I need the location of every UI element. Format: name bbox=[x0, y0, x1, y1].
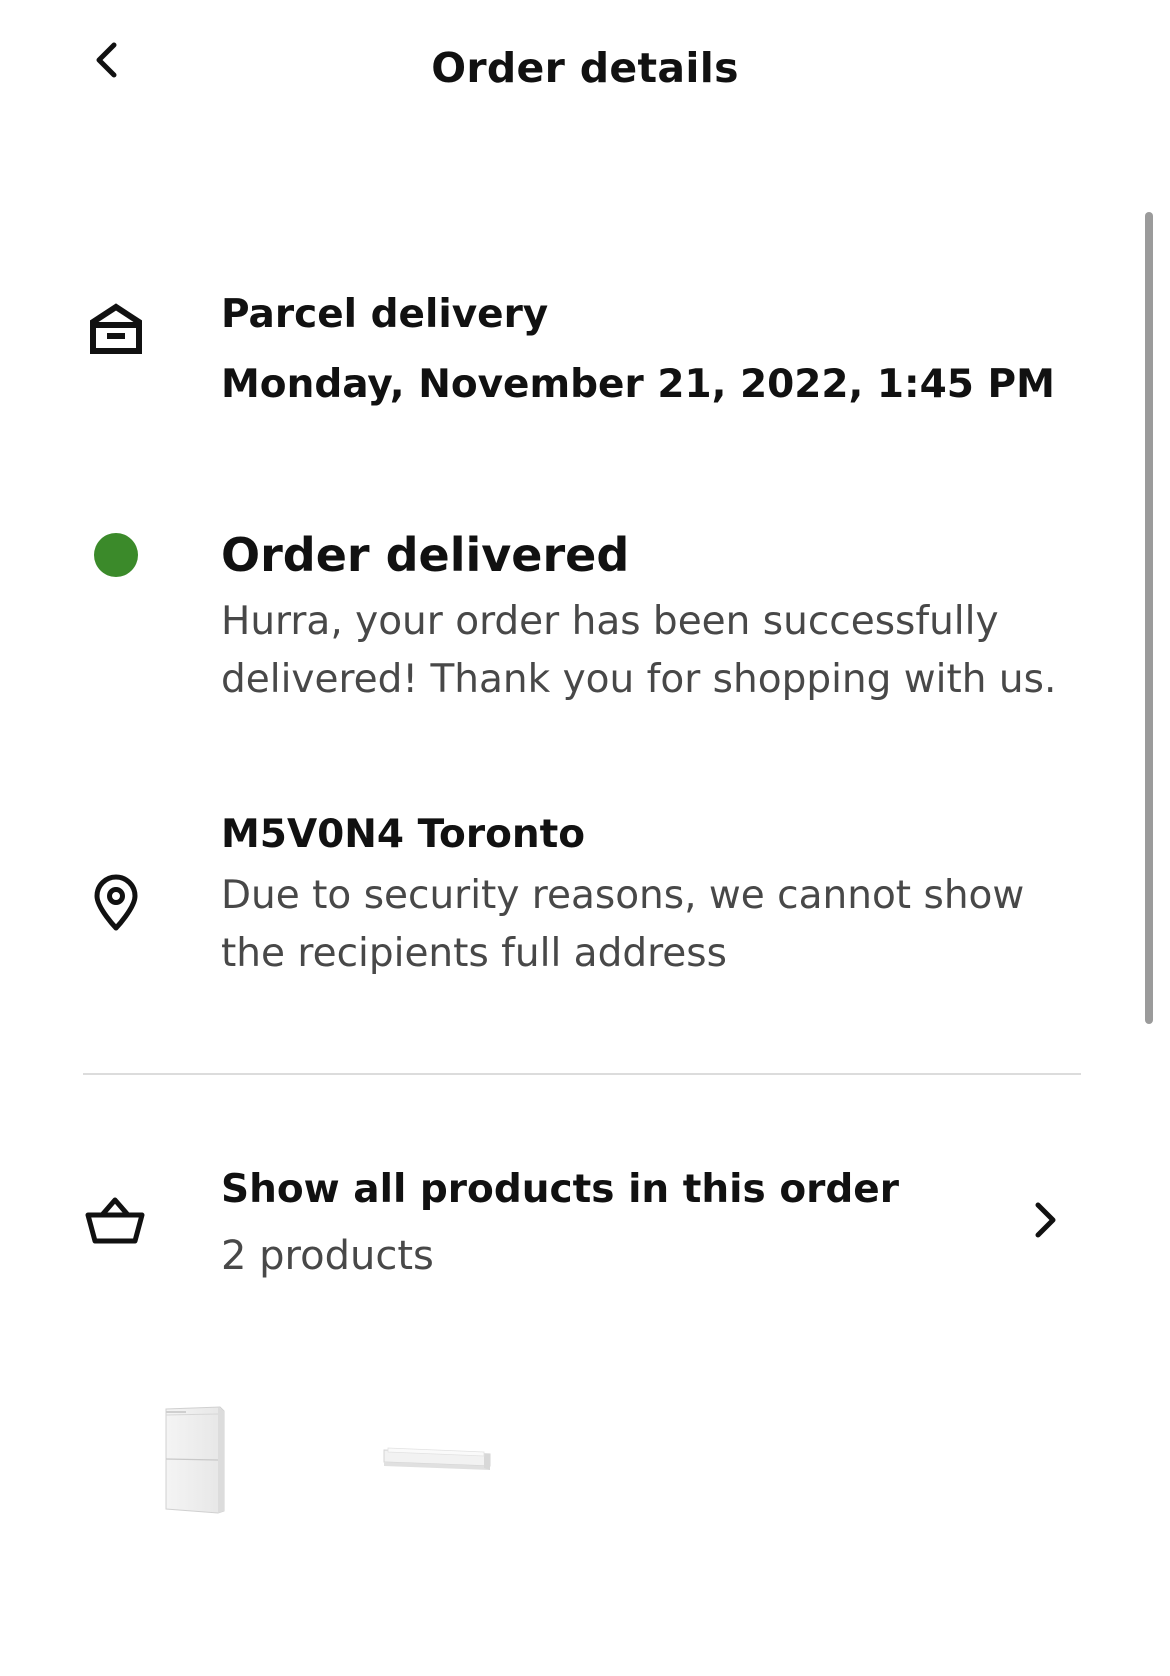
products-count: 2 products bbox=[221, 1233, 434, 1279]
status-info: Order delivered Hurra, your order has be… bbox=[221, 525, 1081, 709]
address-note: Due to security reasons, we cannot show … bbox=[221, 873, 1025, 976]
shopping-basket-icon bbox=[84, 1192, 146, 1248]
location-pin-icon bbox=[90, 872, 142, 934]
wall-shelf-thumbnail[interactable] bbox=[380, 1438, 495, 1478]
scrollbar[interactable] bbox=[1145, 212, 1153, 1024]
show-products-row[interactable]: Show all products in this order 2 produc… bbox=[0, 1140, 1120, 1300]
address-location: M5V0N4 Toronto bbox=[221, 812, 586, 857]
delivery-info: Parcel delivery Monday, November 21, 202… bbox=[221, 280, 1055, 420]
delivery-datetime: Monday, November 21, 2022, 1:45 PM bbox=[221, 362, 1055, 407]
products-info: Show all products in this order 2 produc… bbox=[221, 1157, 899, 1289]
status-dot bbox=[94, 533, 138, 577]
delivery-type: Parcel delivery bbox=[221, 292, 549, 337]
chevron-right-icon bbox=[1020, 1195, 1070, 1245]
status-message: Hurra, your order has been successfully … bbox=[221, 599, 1057, 702]
divider bbox=[83, 1073, 1081, 1075]
address-info: M5V0N4 Toronto Due to security reasons, … bbox=[221, 803, 1071, 983]
shoe-cabinet-thumbnail[interactable] bbox=[160, 1405, 230, 1515]
status-dot-icon bbox=[94, 533, 138, 577]
parcel-box-icon bbox=[84, 297, 148, 361]
products-label: Show all products in this order bbox=[221, 1167, 899, 1212]
order-details-screen: Order details Parcel delivery Monday, No… bbox=[0, 0, 1170, 1676]
status-title: Order delivered bbox=[221, 528, 630, 582]
page-title: Order details bbox=[431, 44, 739, 92]
top-bar: Order details bbox=[0, 0, 1170, 140]
